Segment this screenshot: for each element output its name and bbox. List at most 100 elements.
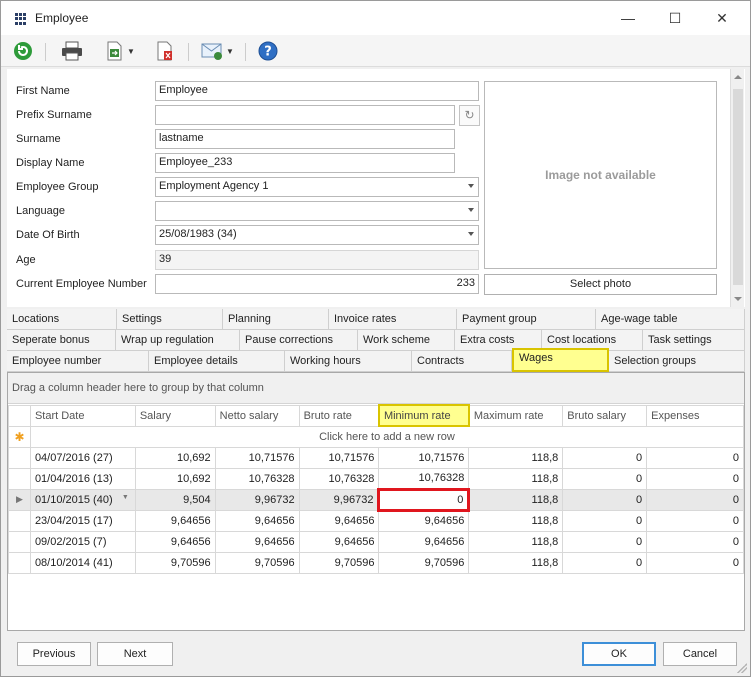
scroll-thumb[interactable] <box>733 89 743 285</box>
cell-bruto-salary[interactable]: 0 <box>562 446 648 469</box>
resize-grip-icon[interactable] <box>737 663 747 673</box>
column-header-salary[interactable]: Salary <box>134 404 216 427</box>
language-select[interactable] <box>155 201 479 221</box>
cell-maximum-rate[interactable]: 118,8 <box>468 488 564 511</box>
cell-bruto-rate[interactable]: 10,76328 <box>298 467 380 490</box>
cell-maximum-rate[interactable]: 118,8 <box>468 446 564 469</box>
refresh-button[interactable] <box>13 40 33 62</box>
column-header-minimum-rate[interactable]: Minimum rate <box>377 404 470 427</box>
prefix-refresh-button[interactable]: ↻ <box>459 105 480 126</box>
column-header-bruto-salary[interactable]: Bruto salary <box>562 404 648 427</box>
tab-planning[interactable]: Planning <box>223 309 329 330</box>
cell-salary[interactable]: 9,70596 <box>134 551 216 574</box>
group-by-panel[interactable]: Drag a column header here to group by th… <box>8 373 744 404</box>
current-employee-number-field[interactable]: 233 <box>155 274 479 294</box>
employee-group-select[interactable]: Employment Agency 1 <box>155 177 479 197</box>
tab-employee-number[interactable]: Employee number <box>7 351 149 372</box>
delete-document-button[interactable] <box>156 40 174 62</box>
tab-seperate-bonus[interactable]: Seperate bonus <box>7 330 116 351</box>
tab-locations[interactable]: Locations <box>7 309 117 330</box>
tab-employee-details[interactable]: Employee details <box>149 351 285 372</box>
ok-button[interactable]: OK <box>582 642 656 666</box>
cell-salary[interactable]: 9,64656 <box>134 509 216 532</box>
cell-bruto-rate[interactable]: 10,71576 <box>298 446 380 469</box>
cell-netto-salary[interactable]: 9,70596 <box>214 551 300 574</box>
column-header-bruto-rate[interactable]: Bruto rate <box>298 404 380 427</box>
table-row[interactable]: 23/04/2015 (17) 9,64656 9,64656 9,64656 … <box>8 509 744 532</box>
tab-wrap-up-regulation[interactable]: Wrap up regulation <box>116 330 240 351</box>
cell-expenses[interactable]: 0 <box>646 467 744 490</box>
table-row[interactable]: 01/04/2016 (13) 10,692 10,76328 10,76328… <box>8 467 744 490</box>
tab-task-settings[interactable]: Task settings <box>643 330 745 351</box>
tab-selection-groups[interactable]: Selection groups <box>609 351 745 372</box>
cell-bruto-rate[interactable]: 9,64656 <box>298 509 380 532</box>
maximize-button[interactable]: ☐ <box>661 7 689 29</box>
cell-salary[interactable]: 9,64656 <box>134 530 216 553</box>
cell-minimum-rate[interactable]: 9,70596 <box>378 551 470 574</box>
cell-maximum-rate[interactable]: 118,8 <box>468 551 564 574</box>
cell-maximum-rate[interactable]: 118,8 <box>468 530 564 553</box>
column-header-netto-salary[interactable]: Netto salary <box>214 404 300 427</box>
table-row[interactable]: 08/10/2014 (41) 9,70596 9,70596 9,70596 … <box>8 551 744 574</box>
cell-salary[interactable]: 10,692 <box>134 467 216 490</box>
cell-minimum-rate[interactable]: 10,76328 <box>378 467 470 490</box>
cell-expenses[interactable]: 0 <box>646 488 744 511</box>
cancel-button[interactable]: Cancel <box>663 642 737 666</box>
first-name-field[interactable]: Employee <box>155 81 479 101</box>
help-button[interactable]: ? <box>258 40 278 62</box>
cell-start-date[interactable]: 23/04/2015 (17) <box>29 509 136 532</box>
cell-bruto-rate[interactable]: 9,96732 <box>298 488 380 511</box>
cell-minimum-rate-highlighted[interactable]: 0 <box>377 487 471 512</box>
surname-field[interactable]: lastname <box>155 129 455 149</box>
cell-bruto-salary[interactable]: 0 <box>562 530 648 553</box>
cell-salary[interactable]: 10,692 <box>134 446 216 469</box>
export-button[interactable]: ▼ <box>106 40 135 62</box>
cell-start-date[interactable]: 04/07/2016 (27) <box>29 446 136 469</box>
cell-bruto-salary[interactable]: 0 <box>562 488 648 511</box>
cell-maximum-rate[interactable]: 118,8 <box>468 467 564 490</box>
cell-start-date[interactable]: 09/02/2015 (7) <box>29 530 136 553</box>
minimize-button[interactable]: — <box>614 7 642 29</box>
tab-payment-group[interactable]: Payment group <box>457 309 596 330</box>
cell-minimum-rate[interactable]: 9,64656 <box>378 509 470 532</box>
cell-netto-salary[interactable]: 9,64656 <box>214 509 300 532</box>
cell-bruto-rate[interactable]: 9,70596 <box>298 551 380 574</box>
tab-pause-corrections[interactable]: Pause corrections <box>240 330 358 351</box>
cell-expenses[interactable]: 0 <box>646 446 744 469</box>
scroll-up-icon[interactable] <box>734 75 742 79</box>
tab-age-wage-table[interactable]: Age-wage table <box>596 309 745 330</box>
table-row[interactable]: 09/02/2015 (7) 9,64656 9,64656 9,64656 9… <box>8 530 744 553</box>
cell-start-date[interactable]: 01/10/2015 (40) ▼ <box>29 488 136 511</box>
print-button[interactable] <box>61 40 83 62</box>
column-header-start-date[interactable]: Start Date <box>29 404 136 427</box>
new-row[interactable]: ✱ Click here to add a new row <box>8 425 745 448</box>
scroll-down-icon[interactable] <box>734 297 742 301</box>
chevron-down-icon[interactable]: ▼ <box>122 494 129 501</box>
cell-bruto-salary[interactable]: 0 <box>562 467 648 490</box>
cell-bruto-salary[interactable]: 0 <box>562 551 648 574</box>
cell-netto-salary[interactable]: 10,71576 <box>214 446 300 469</box>
next-button[interactable]: Next <box>97 642 173 666</box>
cell-start-date[interactable]: 01/04/2016 (13) <box>29 467 136 490</box>
cell-minimum-rate[interactable]: 10,71576 <box>378 446 470 469</box>
close-button[interactable]: ✕ <box>708 7 736 29</box>
tab-wages[interactable]: Wages <box>512 348 609 372</box>
select-photo-button[interactable]: Select photo <box>484 274 717 295</box>
table-row-focused[interactable]: ▶ 01/10/2015 (40) ▼ 9,504 9,96732 9,9673… <box>8 487 744 512</box>
cell-minimum-rate[interactable]: 9,64656 <box>378 530 470 553</box>
cell-expenses[interactable]: 0 <box>646 509 744 532</box>
tab-working-hours[interactable]: Working hours <box>285 351 412 372</box>
cell-bruto-salary[interactable]: 0 <box>562 509 648 532</box>
new-row-prompt[interactable]: Click here to add a new row <box>29 425 745 448</box>
cell-start-date[interactable]: 08/10/2014 (41) <box>29 551 136 574</box>
column-header-expenses[interactable]: Expenses <box>646 404 744 427</box>
tab-work-scheme[interactable]: Work scheme <box>358 330 455 351</box>
tab-invoice-rates[interactable]: Invoice rates <box>329 309 457 330</box>
cell-bruto-rate[interactable]: 9,64656 <box>298 530 380 553</box>
cell-netto-salary[interactable]: 10,76328 <box>214 467 300 490</box>
cell-expenses[interactable]: 0 <box>646 530 744 553</box>
tab-settings[interactable]: Settings <box>117 309 223 330</box>
cell-expenses[interactable]: 0 <box>646 551 744 574</box>
display-name-field[interactable]: Employee_233 <box>155 153 455 173</box>
previous-button[interactable]: Previous <box>17 642 91 666</box>
